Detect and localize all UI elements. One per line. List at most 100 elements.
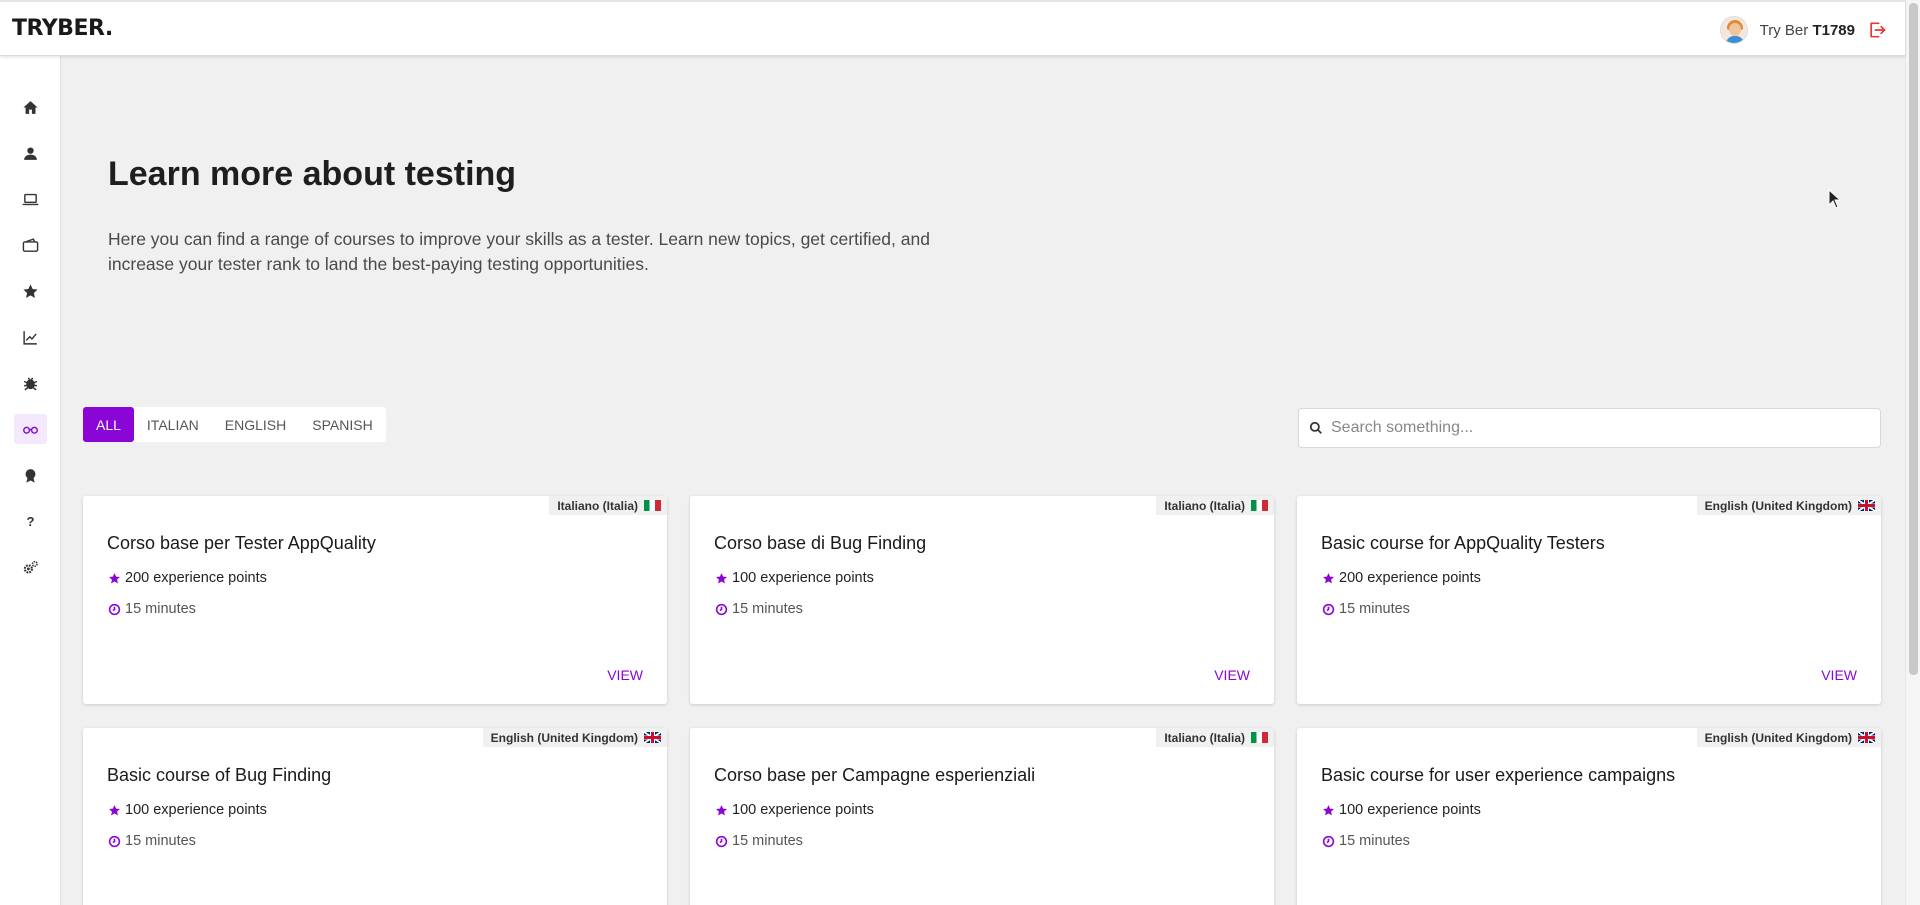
filter-spanish[interactable]: SPANISH	[299, 407, 385, 442]
award-icon	[25, 468, 36, 483]
course-card[interactable]: Italiano (Italia) Corso base per Campagne…	[690, 728, 1274, 905]
sidebar-item-academy[interactable]	[14, 414, 47, 444]
course-card[interactable]: English (United Kingdom) Basic course of …	[83, 728, 667, 905]
course-title: Corso base per Tester AppQuality	[107, 533, 376, 553]
sidebar-item-settings[interactable]	[14, 552, 47, 582]
avatar[interactable]	[1719, 16, 1748, 44]
course-duration: 15 minutes	[715, 601, 803, 617]
course-card[interactable]: Italiano (Italia) Corso base per Tester A…	[83, 496, 667, 704]
course-language-badge: Italiano (Italia)	[1156, 496, 1274, 515]
user-first-name: Try Ber	[1759, 21, 1809, 39]
course-language-badge: English (United Kingdom)	[1696, 728, 1881, 747]
course-language: English (United Kingdom)	[1704, 730, 1852, 745]
sidebar-item-wallet[interactable]	[14, 230, 47, 260]
course-experience: 100 experience points	[715, 802, 874, 818]
sidebar-item-devices[interactable]	[14, 184, 47, 214]
star-icon	[23, 283, 38, 298]
course-duration: 15 minutes	[1322, 833, 1410, 849]
course-language: Italiano (Italia)	[1164, 730, 1245, 745]
course-card[interactable]: Italiano (Italia) Corso base di Bug Findi…	[690, 496, 1274, 704]
clock-icon	[108, 603, 121, 615]
page-scrollbar[interactable]	[1905, 0, 1920, 905]
course-time: 15 minutes	[125, 601, 196, 617]
course-duration: 15 minutes	[108, 833, 196, 849]
view-course-button[interactable]: VIEW	[1214, 667, 1250, 683]
course-language: Italiano (Italia)	[557, 498, 638, 513]
course-title: Basic course for user experience campaig…	[1321, 765, 1676, 785]
sidebar-item-experience[interactable]	[14, 276, 47, 306]
course-time: 15 minutes	[1339, 601, 1410, 617]
bug-icon	[23, 376, 38, 390]
course-language-badge: Italiano (Italia)	[549, 496, 667, 515]
user-id: T1789	[1812, 21, 1855, 39]
course-xp: 100 experience points	[1339, 802, 1481, 818]
course-xp: 100 experience points	[125, 802, 267, 818]
scrollbar-thumb[interactable]	[1909, 3, 1918, 675]
wallet-icon	[22, 237, 39, 252]
italy-flag-icon	[1251, 732, 1268, 743]
course-time: 15 minutes	[732, 833, 803, 849]
sidebar-item-badges[interactable]	[14, 460, 47, 490]
star-icon	[716, 804, 727, 815]
sidebar-item-help[interactable]: ?	[14, 506, 47, 536]
star-icon	[1323, 804, 1334, 815]
course-duration: 15 minutes	[1322, 601, 1410, 617]
course-language-badge: English (United Kingdom)	[482, 728, 667, 747]
course-duration: 15 minutes	[108, 601, 196, 617]
view-course-button[interactable]: VIEW	[607, 667, 643, 683]
course-xp: 100 experience points	[732, 570, 874, 586]
search-icon	[1309, 421, 1322, 434]
course-time: 15 minutes	[1339, 833, 1410, 849]
star-icon	[1323, 572, 1334, 583]
course-xp: 200 experience points	[125, 570, 267, 586]
user-name: Try Ber T1789	[1760, 22, 1855, 39]
course-language-badge: Italiano (Italia)	[1156, 728, 1274, 747]
course-card[interactable]: English (United Kingdom) Basic course for…	[1297, 728, 1881, 905]
glasses-icon	[23, 426, 38, 434]
course-language: Italiano (Italia)	[1164, 498, 1245, 513]
course-experience: 100 experience points	[1322, 802, 1481, 818]
filter-all[interactable]: ALL	[83, 407, 134, 442]
star-icon	[109, 572, 120, 583]
uk-flag-icon	[1858, 732, 1875, 743]
course-experience: 100 experience points	[715, 570, 874, 586]
star-icon	[716, 572, 727, 583]
uk-flag-icon	[1858, 500, 1875, 511]
sidebar-item-bugs[interactable]	[14, 368, 47, 398]
course-xp: 100 experience points	[732, 802, 874, 818]
filter-english[interactable]: ENGLISH	[212, 407, 299, 442]
italy-flag-icon	[1251, 500, 1268, 511]
clock-icon	[715, 835, 728, 847]
clock-icon	[1322, 603, 1335, 615]
search-box[interactable]	[1298, 408, 1881, 448]
course-time: 15 minutes	[125, 833, 196, 849]
course-experience: 200 experience points	[1322, 570, 1481, 586]
course-duration: 15 minutes	[715, 833, 803, 849]
course-language: English (United Kingdom)	[490, 730, 638, 745]
sidebar-item-stats[interactable]	[14, 322, 47, 352]
course-experience: 100 experience points	[108, 802, 267, 818]
clock-icon	[108, 835, 121, 847]
tryber-logo[interactable]: TRYBER.	[12, 16, 113, 41]
course-time: 15 minutes	[732, 601, 803, 617]
search-input[interactable]	[1331, 419, 1871, 437]
sidebar: ?	[0, 56, 61, 905]
laptop-icon	[22, 193, 39, 205]
mouse-cursor-icon	[1828, 189, 1840, 209]
logout-icon[interactable]	[1867, 20, 1887, 40]
course-card[interactable]: English (United Kingdom) Basic course for…	[1297, 496, 1881, 704]
sidebar-item-profile[interactable]	[14, 138, 47, 168]
filter-italian[interactable]: ITALIAN	[134, 407, 212, 442]
course-experience: 200 experience points	[108, 570, 267, 586]
star-icon	[109, 804, 120, 815]
sidebar-item-home[interactable]	[14, 92, 47, 122]
top-bar: TRYBER. Try Ber T1789	[0, 0, 1905, 56]
course-title: Basic course for AppQuality Testers	[1321, 533, 1605, 553]
chart-icon	[23, 330, 37, 345]
language-filter: ALL ITALIAN ENGLISH SPANISH	[83, 407, 386, 442]
italy-flag-icon	[644, 500, 661, 511]
user-menu: Try Ber T1789	[1719, 15, 1887, 45]
gears-icon	[23, 560, 38, 574]
view-course-button[interactable]: VIEW	[1821, 667, 1857, 683]
clock-icon	[1322, 835, 1335, 847]
